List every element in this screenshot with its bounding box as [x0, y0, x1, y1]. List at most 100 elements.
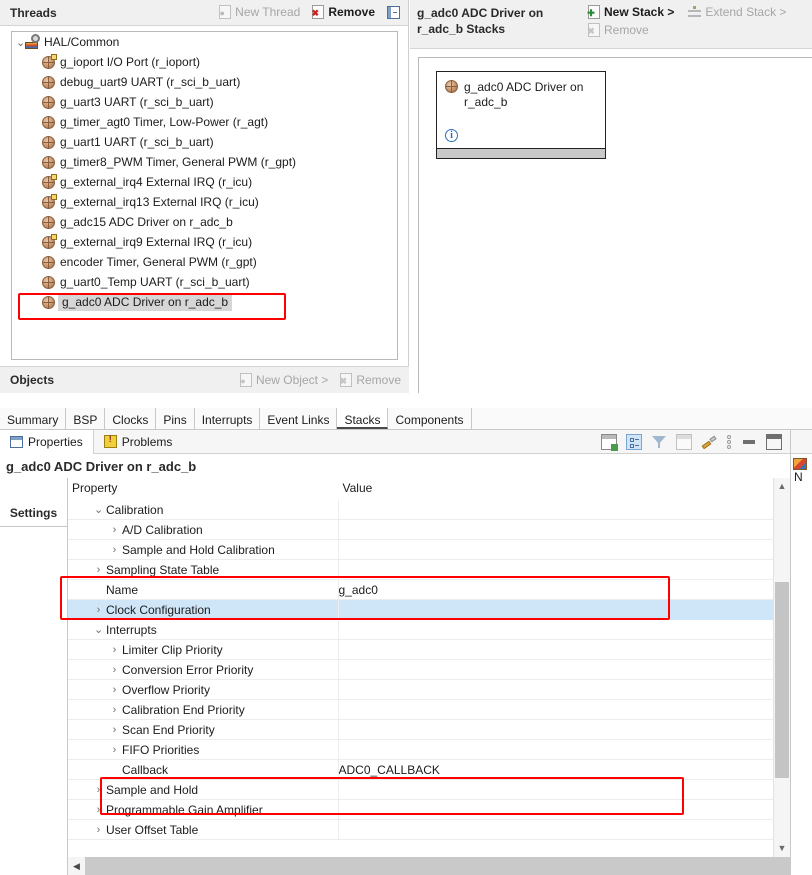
properties-table-row[interactable]: › Overflow Priority	[68, 679, 790, 700]
properties-table-row[interactable]: › Clock Configuration	[68, 599, 790, 620]
value-cell[interactable]	[337, 599, 790, 620]
thread-tree-item[interactable]: g_external_irq9 External IRQ (r_icu)	[12, 232, 397, 252]
properties-table-row[interactable]: › FIFO Priorities	[68, 739, 790, 760]
thread-tree-item[interactable]: g_timer8_PWM Timer, General PWM (r_gpt)	[12, 152, 397, 172]
thread-tree-item[interactable]: g_external_irq13 External IRQ (r_icu)	[12, 192, 397, 212]
thread-tree-item[interactable]: g_uart1 UART (r_sci_b_uart)	[12, 132, 397, 152]
scroll-down-arrow-icon[interactable]: ▼	[774, 840, 790, 857]
properties-table-row[interactable]: › Scan End Priority	[68, 719, 790, 740]
tab-pins[interactable]: Pins	[156, 408, 195, 429]
show-categories-icon[interactable]	[626, 433, 642, 450]
value-cell[interactable]	[337, 639, 790, 660]
properties-view-toolbar[interactable]	[601, 433, 790, 451]
chevron-right-icon[interactable]: ›	[94, 804, 103, 816]
new-thread-button[interactable]: ● New Thread	[219, 5, 300, 19]
scroll-up-arrow-icon[interactable]: ▲	[774, 478, 790, 495]
value-cell[interactable]	[337, 679, 790, 700]
chevron-right-icon[interactable]: ›	[110, 704, 119, 716]
tab-properties[interactable]: Properties	[0, 429, 94, 454]
thread-tree-item[interactable]: g_uart3 UART (r_sci_b_uart)	[12, 92, 397, 112]
tab-bsp[interactable]: BSP	[66, 408, 106, 429]
tab-event-links[interactable]: Event Links	[260, 408, 338, 429]
properties-table-row[interactable]: Name g_adc0	[68, 579, 790, 600]
properties-table-row[interactable]: › Sampling State Table	[68, 559, 790, 580]
tab-problems[interactable]: Problems	[94, 430, 183, 454]
value-cell[interactable]: ADC0_CALLBACK	[337, 759, 790, 780]
thread-tree-item[interactable]: g_adc0 ADC Driver on r_adc_b	[12, 292, 397, 312]
properties-view-tabs[interactable]: Properties Problems	[0, 429, 790, 454]
stacks-canvas[interactable]: g_adc0 ADC Driver on r_adc_b i	[418, 57, 812, 393]
properties-table-row[interactable]: › Sample and Hold	[68, 779, 790, 800]
vertical-scrollbar-thumb[interactable]	[775, 582, 789, 778]
value-cell[interactable]	[337, 799, 790, 820]
chevron-right-icon[interactable]: ›	[94, 604, 103, 616]
value-cell[interactable]	[337, 539, 790, 560]
chevron-down-icon[interactable]: ⌄	[16, 36, 25, 49]
properties-table-row[interactable]: › Calibration End Priority	[68, 699, 790, 720]
remove-stack-button[interactable]: ✖ Remove	[587, 23, 649, 37]
properties-table-row[interactable]: ⌄ Calibration	[68, 499, 790, 520]
thread-tree-item[interactable]: encoder Timer, General PWM (r_gpt)	[12, 252, 397, 272]
properties-table-row[interactable]: › User Offset Table	[68, 819, 790, 840]
properties-table-row[interactable]: ⌄ Interrupts	[68, 619, 790, 640]
thread-tree-item[interactable]: g_external_irq4 External IRQ (r_icu)	[12, 172, 397, 192]
pin-to-selection-icon[interactable]	[701, 434, 717, 450]
outline-view-icon[interactable]	[793, 458, 807, 470]
properties-horizontal-scrollbar[interactable]: ◀	[68, 857, 790, 875]
chevron-right-icon[interactable]: ›	[110, 644, 119, 656]
tab-components[interactable]: Components	[388, 408, 472, 429]
chevron-right-icon[interactable]: ›	[110, 684, 119, 696]
value-cell[interactable]	[337, 779, 790, 800]
extend-stack-button[interactable]: Extend Stack >	[688, 5, 786, 19]
new-object-button[interactable]: ● New Object >	[239, 373, 328, 387]
tab-summary[interactable]: Summary	[0, 408, 67, 429]
properties-table-row[interactable]: Callback ADC0_CALLBACK	[68, 759, 790, 780]
thread-tree-item[interactable]: g_adc15 ADC Driver on r_adc_b	[12, 212, 397, 232]
chevron-right-icon[interactable]: ›	[94, 784, 103, 796]
tab-interrupts[interactable]: Interrupts	[195, 408, 261, 429]
thread-tree-item[interactable]: g_uart0_Temp UART (r_sci_b_uart)	[12, 272, 397, 292]
properties-table-row[interactable]: › Limiter Clip Priority	[68, 639, 790, 660]
properties-table-row[interactable]: › A/D Calibration	[68, 519, 790, 540]
properties-table-row[interactable]: › Sample and Hold Calibration	[68, 539, 790, 560]
tab-clocks[interactable]: Clocks	[105, 408, 157, 429]
thread-tree-item[interactable]: ⌄ HAL/Common	[12, 32, 397, 52]
chevron-right-icon[interactable]: ›	[110, 524, 119, 536]
value-cell[interactable]	[337, 699, 790, 720]
tab-settings[interactable]: Settings	[0, 506, 67, 527]
info-icon[interactable]: i	[445, 129, 458, 142]
chevron-down-icon[interactable]: ⌄	[94, 623, 103, 636]
properties-table-row[interactable]: › Conversion Error Priority	[68, 659, 790, 680]
properties-vertical-scrollbar[interactable]: ▲ ▼	[773, 478, 790, 857]
filter-icon[interactable]	[651, 434, 667, 450]
value-cell[interactable]	[337, 819, 790, 840]
new-stack-button[interactable]: ✚ New Stack >	[587, 5, 674, 19]
stack-module-box[interactable]: g_adc0 ADC Driver on r_adc_b i	[436, 71, 606, 159]
chevron-right-icon[interactable]: ›	[94, 824, 103, 836]
value-cell[interactable]	[337, 559, 790, 580]
value-cell[interactable]	[337, 499, 790, 520]
thread-tree-item[interactable]: g_ioport I/O Port (r_ioport)	[12, 52, 397, 72]
value-cell[interactable]	[337, 619, 790, 640]
thread-tree-item[interactable]: debug_uart9 UART (r_sci_b_uart)	[12, 72, 397, 92]
value-cell[interactable]	[337, 739, 790, 760]
new-properties-view-icon[interactable]	[601, 433, 618, 451]
remove-thread-button[interactable]: ✖ Remove	[312, 5, 375, 19]
value-cell[interactable]: g_adc0	[337, 579, 790, 600]
threads-tree[interactable]: ⌄ HAL/Common g_ioport I/O Port (r_ioport) d…	[11, 31, 398, 360]
configurator-tabbar[interactable]: Summary BSP Clocks Pins Interrupts Event Link…	[0, 408, 812, 430]
chevron-right-icon[interactable]: ›	[110, 724, 119, 736]
chevron-right-icon[interactable]: ›	[110, 744, 119, 756]
chevron-right-icon[interactable]: ›	[110, 664, 119, 676]
scroll-left-arrow-icon[interactable]: ◀	[68, 861, 85, 872]
chevron-right-icon[interactable]: ›	[94, 564, 103, 576]
chevron-down-icon[interactable]: ⌄	[94, 503, 103, 516]
properties-table-row[interactable]: › Programmable Gain Amplifier	[68, 799, 790, 820]
view-menu-icon[interactable]	[726, 434, 732, 450]
remove-object-button[interactable]: ✖ Remove	[340, 373, 401, 387]
chevron-right-icon[interactable]: ›	[110, 544, 119, 556]
minimize-icon[interactable]	[741, 434, 757, 450]
thread-tree-item[interactable]: g_timer_agt0 Timer, Low-Power (r_agt)	[12, 112, 397, 132]
value-cell[interactable]	[337, 719, 790, 740]
horizontal-scrollbar-thumb[interactable]	[85, 857, 790, 875]
